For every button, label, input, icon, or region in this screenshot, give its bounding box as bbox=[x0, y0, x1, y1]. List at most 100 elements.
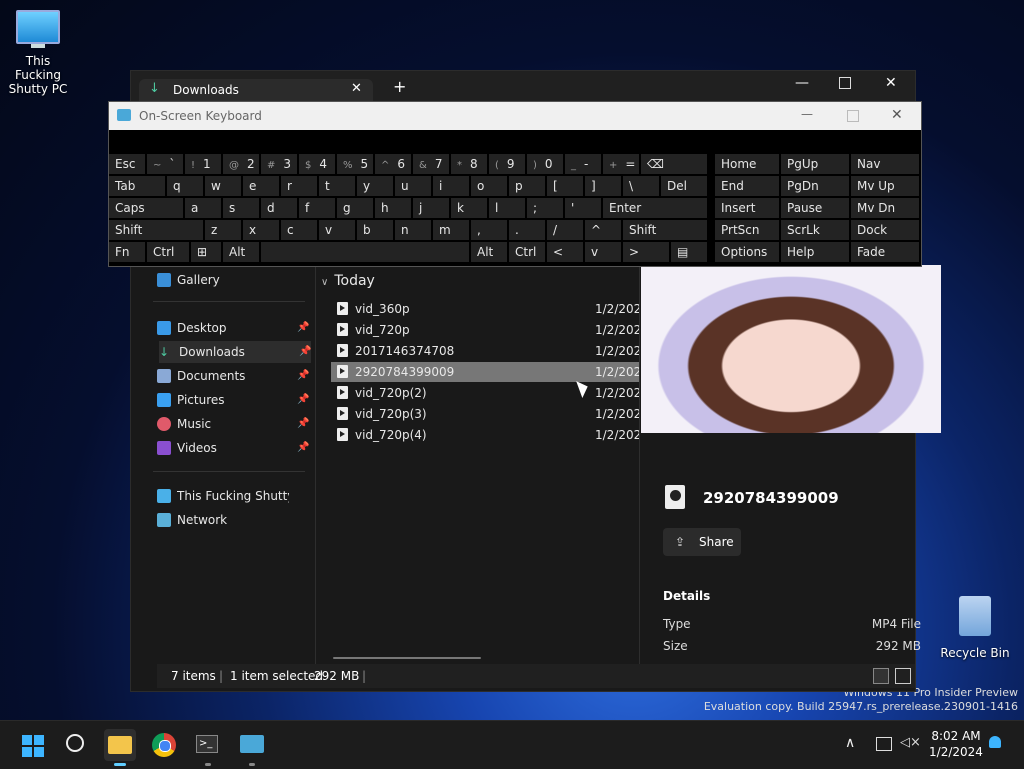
osk-key[interactable]: n bbox=[395, 220, 431, 240]
taskbar-terminal[interactable]: >_ bbox=[192, 729, 224, 766]
osk-nav-key[interactable]: Options bbox=[715, 242, 779, 262]
osk-key[interactable]: ▤ bbox=[671, 242, 707, 262]
minimize-icon[interactable]: — bbox=[801, 107, 813, 121]
osk-key[interactable]: k bbox=[451, 198, 487, 218]
osk-key[interactable]: q bbox=[167, 176, 203, 196]
osk-key[interactable]: a bbox=[185, 198, 221, 218]
osk-key[interactable]: ^ 6 bbox=[375, 154, 411, 174]
file-row[interactable]: 2017146374708 1/2/2024 bbox=[331, 341, 639, 361]
osk-nav-key[interactable]: Insert bbox=[715, 198, 779, 218]
osk-key[interactable]: Shift bbox=[109, 220, 203, 240]
close-icon[interactable]: ✕ bbox=[891, 107, 903, 123]
sidebar-item-downloads[interactable]: ↓ Downloads 📌 bbox=[159, 341, 311, 363]
osk-nav-key[interactable]: Nav bbox=[851, 154, 919, 174]
share-button[interactable]: ⇪ Share bbox=[663, 528, 741, 556]
sidebar-item-pictures[interactable]: Pictures 📌 bbox=[157, 389, 313, 411]
desktop-icon-this-pc[interactable]: This Fucking Shutty PC bbox=[4, 10, 72, 96]
osk-key[interactable]: u bbox=[395, 176, 431, 196]
taskbar-on-screen-keyboard[interactable] bbox=[236, 729, 268, 766]
close-tab-icon[interactable]: ✕ bbox=[351, 81, 362, 96]
chevron-up-icon[interactable]: ∧ bbox=[845, 735, 855, 751]
osk-key[interactable]: . bbox=[509, 220, 545, 240]
osk-key[interactable]: Esc bbox=[109, 154, 145, 174]
osk-key[interactable]: [ bbox=[547, 176, 583, 196]
osk-key[interactable]: / bbox=[547, 220, 583, 240]
osk-key[interactable]: Ctrl bbox=[509, 242, 545, 262]
osk-key[interactable]: v bbox=[585, 242, 621, 262]
osk-key[interactable]: p bbox=[509, 176, 545, 196]
file-row[interactable]: 2920784399009 1/2/2024 bbox=[331, 362, 639, 382]
osk-key[interactable]: y bbox=[357, 176, 393, 196]
osk-nav-key[interactable]: Mv Dn bbox=[851, 198, 919, 218]
osk-key[interactable]: #3 bbox=[261, 154, 297, 174]
osk-key[interactable]: ~ ` bbox=[147, 154, 183, 174]
minimize-icon[interactable]: — bbox=[795, 75, 809, 91]
osk-key[interactable]: h bbox=[375, 198, 411, 218]
osk-key[interactable]: Del bbox=[661, 176, 707, 196]
osk-key[interactable]: j bbox=[413, 198, 449, 218]
osk-key[interactable]: ] bbox=[585, 176, 621, 196]
osk-key[interactable]: f bbox=[299, 198, 335, 218]
osk-nav-key[interactable]: Mv Up bbox=[851, 176, 919, 196]
osk-key[interactable]: Shift bbox=[623, 220, 707, 240]
start-button[interactable] bbox=[16, 729, 48, 761]
sidebar-item-this-pc[interactable]: This Fucking Shutty PC bbox=[157, 485, 313, 507]
osk-key[interactable]: i bbox=[433, 176, 469, 196]
osk-key[interactable]: t bbox=[319, 176, 355, 196]
osk-nav-key[interactable]: PrtScn bbox=[715, 220, 779, 240]
file-row[interactable]: vid_720p(3) 1/2/2024 bbox=[331, 404, 639, 424]
volume-mute-icon[interactable]: ◁× bbox=[900, 735, 921, 750]
close-icon[interactable]: ✕ bbox=[885, 75, 897, 91]
osk-key[interactable]: ! 1 bbox=[185, 154, 221, 174]
osk-nav-key[interactable]: Dock bbox=[851, 220, 919, 240]
sidebar-item-videos[interactable]: Videos 📌 bbox=[157, 437, 313, 459]
osk-key[interactable]: d bbox=[261, 198, 297, 218]
osk-key[interactable]: (9 bbox=[489, 154, 525, 174]
osk-key[interactable]: $4 bbox=[299, 154, 335, 174]
sidebar-item-documents[interactable]: Documents 📌 bbox=[157, 365, 313, 387]
file-row[interactable]: vid_360p 1/2/2024 bbox=[331, 299, 639, 319]
osk-key[interactable]: Alt bbox=[223, 242, 259, 262]
file-row[interactable]: vid_720p(4) 1/2/2024 bbox=[331, 425, 639, 445]
clock[interactable]: 8:02 AM 1/2/2024 bbox=[928, 728, 984, 760]
group-header-today[interactable]: ∨ Today bbox=[321, 273, 375, 289]
osk-nav-key[interactable]: Pause bbox=[781, 198, 849, 218]
osk-key[interactable]: v bbox=[319, 220, 355, 240]
network-icon[interactable] bbox=[876, 737, 892, 751]
osk-nav-key[interactable]: ScrLk bbox=[781, 220, 849, 240]
osk-key[interactable]: s bbox=[223, 198, 259, 218]
sidebar-item-gallery[interactable]: Gallery bbox=[157, 269, 313, 291]
osk-key[interactable]: Fn bbox=[109, 242, 145, 262]
sidebar-item-desktop[interactable]: Desktop 📌 bbox=[157, 317, 313, 339]
osk-key[interactable]: e bbox=[243, 176, 279, 196]
osk-key[interactable]: Caps bbox=[109, 198, 183, 218]
osk-key[interactable]: & 7 bbox=[413, 154, 449, 174]
osk-key[interactable]: Tab bbox=[109, 176, 165, 196]
osk-key[interactable]: l bbox=[489, 198, 525, 218]
osk-key[interactable]: w bbox=[205, 176, 241, 196]
osk-nav-key[interactable]: Help bbox=[781, 242, 849, 262]
osk-key[interactable]: Enter bbox=[603, 198, 707, 218]
desktop-icon-recycle-bin[interactable]: Recycle Bin bbox=[940, 596, 1010, 660]
sidebar-item-music[interactable]: Music 📌 bbox=[157, 413, 313, 435]
file-row[interactable]: vid_720p(2) 1/2/2024 bbox=[331, 383, 639, 403]
search-button[interactable] bbox=[60, 729, 92, 761]
tiles-view-icon[interactable] bbox=[873, 668, 889, 684]
osk-key[interactable]: > bbox=[623, 242, 669, 262]
osk-key[interactable]: * 8 bbox=[451, 154, 487, 174]
maximize-icon[interactable] bbox=[847, 110, 859, 122]
horizontal-scrollbar[interactable] bbox=[333, 657, 481, 659]
osk-key[interactable]: < bbox=[547, 242, 583, 262]
osk-key[interactable]: g bbox=[337, 198, 373, 218]
osk-key-space[interactable] bbox=[261, 242, 469, 262]
tab-downloads[interactable]: ↓ Downloads ✕ bbox=[139, 79, 373, 101]
osk-key[interactable]: _ - bbox=[565, 154, 601, 174]
pane-divider[interactable] bbox=[315, 265, 316, 665]
osk-key[interactable]: ) 0 bbox=[527, 154, 563, 174]
new-tab-button[interactable]: + bbox=[393, 77, 406, 96]
osk-nav-key[interactable]: End bbox=[715, 176, 779, 196]
osk-nav-key[interactable]: PgUp bbox=[781, 154, 849, 174]
osk-key[interactable]: , bbox=[471, 220, 507, 240]
osk-nav-key[interactable]: PgDn bbox=[781, 176, 849, 196]
osk-key[interactable]: Alt bbox=[471, 242, 507, 262]
